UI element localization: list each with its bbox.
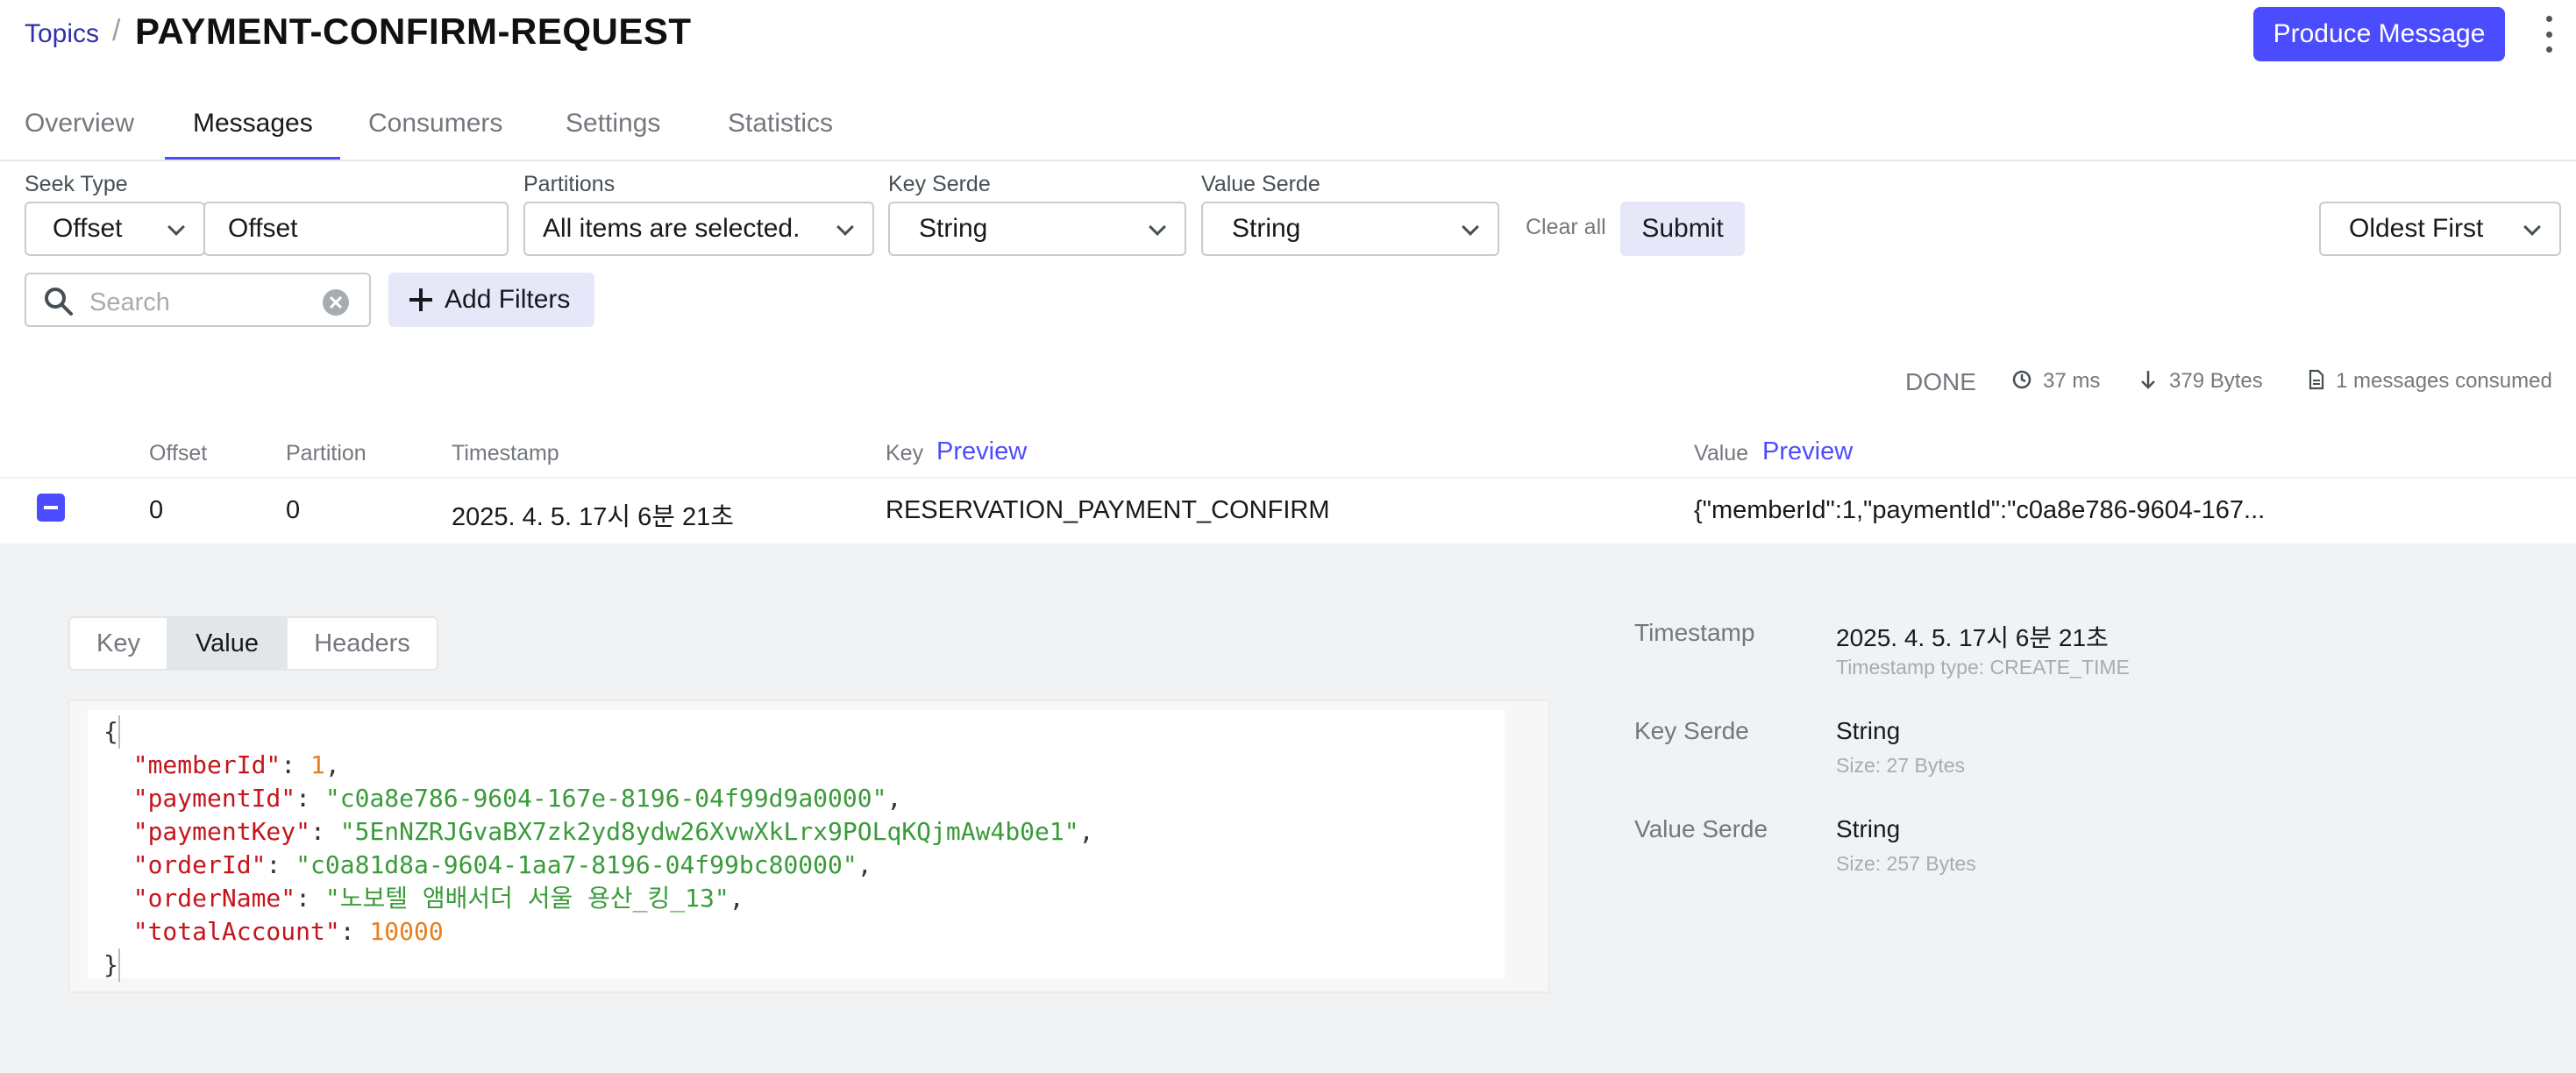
json-line: "orderName": "노보텔 앰배서더 서울 용산_킹_13", xyxy=(132,884,744,913)
clock-icon xyxy=(2012,370,2032,389)
breadcrumb-separator: / xyxy=(112,14,121,47)
key-preview-link[interactable]: Preview xyxy=(936,437,1027,466)
tab-messages[interactable]: Messages xyxy=(193,109,313,139)
chevron-down-icon xyxy=(1149,218,1166,236)
meta-key-serde-value: String xyxy=(1836,717,1901,744)
detail-tab-headers[interactable]: Headers xyxy=(286,616,438,671)
partitions-label: Partitions xyxy=(523,172,616,196)
partitions-select[interactable]: All items are selected. xyxy=(523,202,874,256)
json-open-brace: { xyxy=(103,715,120,749)
value-preview-link[interactable]: Preview xyxy=(1762,437,1853,466)
column-header-partition: Partition xyxy=(286,441,366,465)
seek-offset-input[interactable]: Offset xyxy=(203,202,509,256)
header-divider xyxy=(0,477,2576,479)
detail-tab-value[interactable]: Value xyxy=(167,616,288,671)
sort-order-select[interactable]: Oldest First xyxy=(2319,202,2561,256)
sort-order-value: Oldest First xyxy=(2349,214,2484,243)
json-line: "memberId": 1, xyxy=(132,750,340,779)
row-offset: 0 xyxy=(149,496,164,524)
value-serde-label: Value Serde xyxy=(1201,172,1320,196)
add-filters-label: Add Filters xyxy=(445,285,571,314)
clear-search-icon[interactable] xyxy=(322,288,350,316)
arrow-down-icon xyxy=(2141,371,2155,389)
column-header-value: Value xyxy=(1694,441,1749,465)
json-viewer: { "memberId": 1, "paymentId": "c0a8e786-… xyxy=(68,700,1550,993)
messages-consumed: 1 messages consumed xyxy=(2336,369,2552,393)
tab-consumers[interactable]: Consumers xyxy=(368,109,502,139)
chevron-down-icon xyxy=(2523,218,2541,236)
key-serde-select[interactable]: String xyxy=(888,202,1186,256)
search-placeholder: Search xyxy=(89,288,170,316)
plus-icon xyxy=(409,288,432,311)
detail-tab-key[interactable]: Key xyxy=(68,616,168,671)
key-serde-value: String xyxy=(919,214,988,243)
meta-value-serde-label: Value Serde xyxy=(1634,815,1768,842)
json-line: "orderId": "c0a81d8a-9604-1aa7-8196-04f9… xyxy=(132,850,872,879)
consume-status: DONE xyxy=(1905,368,1976,395)
add-filters-button[interactable]: Add Filters xyxy=(388,273,594,327)
tab-overview[interactable]: Overview xyxy=(25,109,134,139)
meta-key-serde-label: Key Serde xyxy=(1634,717,1749,744)
meta-value-serde-value: String xyxy=(1836,815,1901,842)
value-serde-value: String xyxy=(1232,214,1301,243)
seek-type-value: Offset xyxy=(53,214,123,243)
bytes-consumed: 379 Bytes xyxy=(2169,369,2263,393)
seek-type-select[interactable]: Offset xyxy=(25,202,205,256)
key-serde-label: Key Serde xyxy=(888,172,991,196)
file-icon xyxy=(2309,369,2324,390)
row-timestamp: 2025. 4. 5. 17시 6분 21초 xyxy=(452,503,734,531)
meta-value-size: Size: 257 Bytes xyxy=(1836,852,1976,875)
collapse-row-icon[interactable] xyxy=(37,494,65,522)
column-header-timestamp: Timestamp xyxy=(452,441,559,465)
chevron-down-icon xyxy=(167,218,185,236)
chevron-down-icon xyxy=(836,218,854,236)
active-tab-indicator xyxy=(165,157,340,160)
column-header-offset: Offset xyxy=(149,441,208,465)
json-line: "paymentId": "c0a8e786-9604-167e-8196-04… xyxy=(132,784,902,813)
tab-statistics[interactable]: Statistics xyxy=(728,109,833,139)
breadcrumb-topics-link[interactable]: Topics xyxy=(25,19,99,49)
meta-key-size: Size: 27 Bytes xyxy=(1836,754,1966,777)
partitions-value: All items are selected. xyxy=(543,214,801,243)
column-header-key: Key xyxy=(886,441,924,465)
json-line: "paymentKey": "5EnNZRJGvaBX7zk2yd8ydw26X… xyxy=(132,817,1094,846)
seek-type-label: Seek Type xyxy=(25,172,128,196)
json-close-brace: } xyxy=(103,949,120,982)
chevron-down-icon xyxy=(1462,218,1479,236)
page-title: PAYMENT-CONFIRM-REQUEST xyxy=(135,11,692,52)
row-value: {"memberId":1,"paymentId":"c0a8e786-9604… xyxy=(1694,496,2266,524)
search-input[interactable]: Search xyxy=(25,273,371,327)
meta-timestamp-type: Timestamp type: CREATE_TIME xyxy=(1836,656,2130,679)
meta-timestamp-label: Timestamp xyxy=(1634,619,1755,646)
row-partition: 0 xyxy=(286,496,301,524)
json-content: { "memberId": 1, "paymentId": "c0a8e786-… xyxy=(103,715,1093,982)
produce-message-button[interactable]: Produce Message xyxy=(2253,7,2505,61)
meta-timestamp-value: 2025. 4. 5. 17시 6분 21초 xyxy=(1836,624,2109,651)
submit-button[interactable]: Submit xyxy=(1620,202,1745,256)
json-line: "totalAccount": 10000 xyxy=(132,917,444,946)
more-options-icon[interactable] xyxy=(2543,16,2555,53)
row-key: RESERVATION_PAYMENT_CONFIRM xyxy=(886,496,1330,524)
clear-all-button[interactable]: Clear all xyxy=(1526,215,1606,240)
elapsed-time: 37 ms xyxy=(2043,369,2101,393)
value-serde-select[interactable]: String xyxy=(1201,202,1499,256)
tab-settings[interactable]: Settings xyxy=(566,109,660,139)
search-icon xyxy=(45,288,73,316)
seek-offset-value: Offset xyxy=(228,214,298,243)
